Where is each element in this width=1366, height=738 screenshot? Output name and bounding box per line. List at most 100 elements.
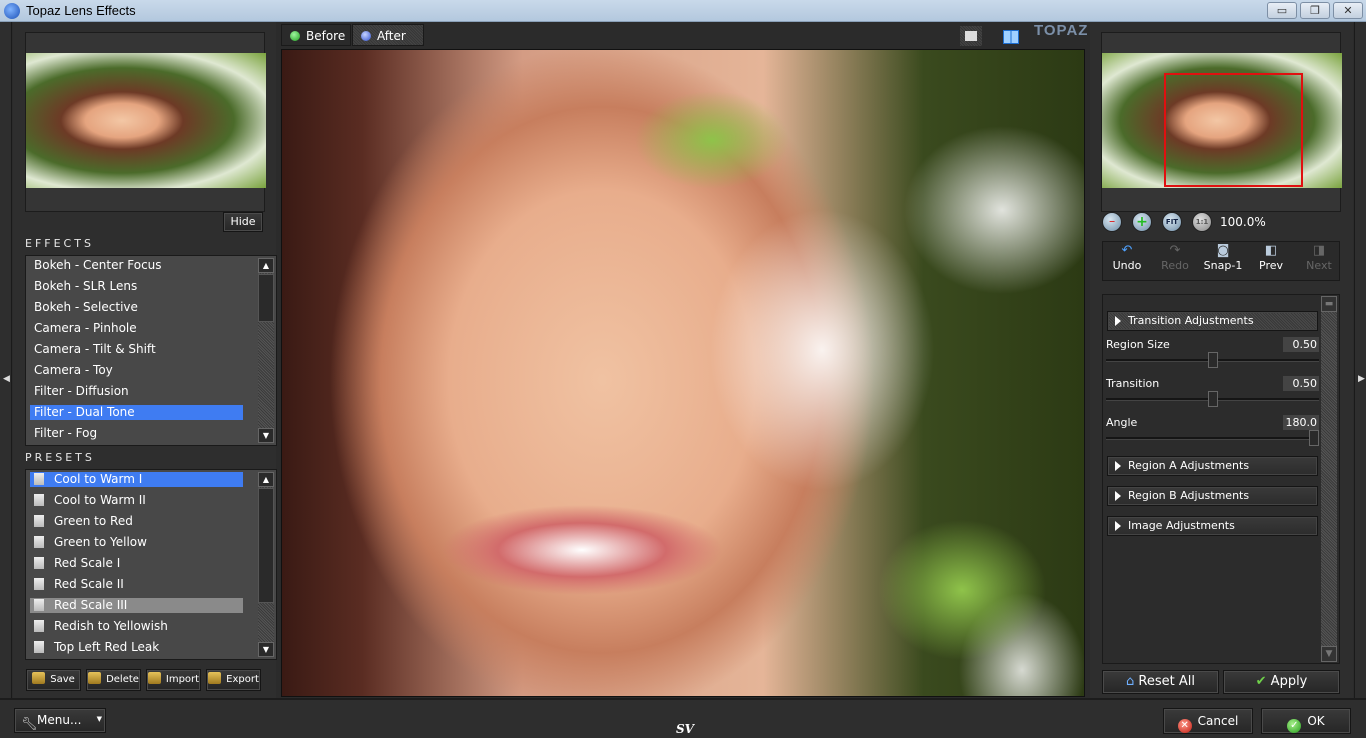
image-adjustments-header[interactable]: Image Adjustments — [1107, 516, 1318, 536]
restore-button[interactable]: ❐ — [1300, 2, 1330, 19]
transition-adjustments-label: Transition Adjustments — [1128, 314, 1254, 327]
transition-slider-thumb[interactable] — [1207, 391, 1218, 407]
angle-slider[interactable] — [1106, 430, 1319, 446]
tab-before[interactable]: Before — [281, 24, 351, 46]
scroll-down-icon[interactable]: ▼ — [1321, 646, 1337, 662]
presets-scroll-thumb[interactable] — [258, 488, 274, 603]
split-view-button[interactable] — [999, 26, 1021, 46]
ok-button[interactable]: ✓ OK — [1261, 708, 1351, 734]
navigator-viewport-rectangle[interactable] — [1164, 73, 1303, 187]
scroll-up-icon[interactable]: ▲ — [258, 472, 274, 487]
original-thumbnail-box — [25, 32, 266, 212]
effect-item[interactable]: Bokeh - SLR Lens — [30, 279, 243, 294]
minimize-button[interactable]: ▭ — [1267, 2, 1297, 19]
preset-item[interactable]: Red Scale III — [30, 598, 243, 613]
preset-item[interactable]: Green to Red — [30, 514, 243, 529]
effect-item[interactable]: Camera - Pinhole — [30, 321, 243, 336]
undo-button[interactable]: ↶ Undo — [1105, 243, 1149, 273]
scroll-up-icon[interactable]: ▬ — [1321, 296, 1337, 312]
adjustments-scrollbar[interactable]: ▬ ▼ — [1321, 296, 1337, 662]
effect-item[interactable]: Bokeh - Center Focus — [30, 258, 243, 273]
transition-value-field[interactable]: 0.50 — [1283, 376, 1319, 391]
effects-scroll-thumb[interactable] — [258, 274, 274, 322]
transition-label: Transition — [1106, 377, 1160, 390]
close-button[interactable]: ✕ — [1333, 2, 1363, 19]
apply-button[interactable]: ✔ Apply — [1223, 670, 1340, 694]
presets-list[interactable]: ▲ ▼ Cool to Warm I Cool to Warm II Green t… — [25, 469, 277, 660]
delete-preset-button[interactable]: Delete — [86, 669, 141, 691]
zoom-fit-button[interactable]: FIT — [1162, 212, 1182, 232]
undo-label: Undo — [1112, 259, 1142, 272]
effect-item[interactable]: Filter - Fog — [30, 426, 243, 441]
prev-button[interactable]: ◧ Prev — [1249, 244, 1293, 273]
preset-file-icon — [34, 494, 44, 506]
preset-file-icon — [34, 473, 44, 485]
preset-item[interactable]: Top Left Red Leak — [30, 640, 243, 655]
preset-item[interactable]: Redish to Yellowish — [30, 619, 243, 634]
redo-button[interactable]: ↷ Redo — [1153, 243, 1197, 273]
undo-icon: ↶ — [1121, 243, 1133, 258]
navigator-box[interactable] — [1101, 32, 1342, 212]
region-a-adjustments-header[interactable]: Region A Adjustments — [1107, 456, 1318, 476]
right-panel-collapse-strip[interactable]: ▶ — [1354, 22, 1366, 698]
snapshot-label: Snap-1 — [1203, 259, 1243, 272]
preset-file-icon — [34, 641, 44, 653]
apply-label: Apply — [1270, 674, 1308, 689]
snapshot-icon: ◙ — [1216, 243, 1230, 258]
preset-item[interactable]: Red Scale II — [30, 577, 243, 592]
transition-adjustments-header[interactable]: Transition Adjustments — [1107, 311, 1318, 331]
effect-item[interactable]: Filter - Diffusion — [30, 384, 243, 399]
export-preset-button[interactable]: Export — [206, 669, 261, 691]
scroll-down-icon[interactable]: ▼ — [258, 642, 274, 657]
effect-item[interactable]: Camera - Tilt & Shift — [30, 342, 243, 357]
transition-slider[interactable] — [1106, 391, 1319, 407]
topaz-logo: TOPAZ — [1034, 22, 1089, 39]
angle-value-field[interactable]: 180.0 — [1283, 415, 1319, 430]
angle-slider-thumb[interactable] — [1309, 430, 1319, 446]
cancel-button[interactable]: ✕ Cancel — [1163, 708, 1253, 734]
tab-after-label: After — [377, 29, 406, 43]
preset-label: Red Scale II — [54, 577, 124, 591]
region-size-value-field[interactable]: 0.50 — [1283, 337, 1319, 352]
region-a-adjustments-label: Region A Adjustments — [1128, 459, 1250, 472]
adjustments-panel: ▬ ▼ Transition Adjustments Region Size 0.… — [1102, 294, 1340, 664]
original-thumbnail-image — [26, 53, 266, 188]
cancel-label: Cancel — [1197, 714, 1239, 728]
preset-item[interactable]: Cool to Warm II — [30, 493, 243, 508]
scroll-up-icon[interactable]: ▲ — [258, 258, 274, 273]
preset-item[interactable]: Green to Yellow — [30, 535, 243, 550]
next-button[interactable]: ◨ Next — [1297, 244, 1341, 273]
region-size-slider-thumb[interactable] — [1207, 352, 1218, 368]
preset-file-icon — [34, 578, 44, 590]
zoom-actual-size-button[interactable]: 1:1 — [1192, 212, 1212, 232]
green-dot-icon — [290, 31, 300, 41]
region-size-slider[interactable] — [1106, 352, 1319, 368]
collapse-right-icon: ▶ — [1358, 374, 1365, 384]
redo-icon: ↷ — [1169, 243, 1181, 258]
preset-item[interactable]: Cool to Warm I — [30, 472, 243, 487]
preset-file-icon — [34, 515, 44, 527]
effects-scrollbar[interactable]: ▲ ▼ — [258, 258, 274, 443]
tab-before-label: Before — [306, 29, 346, 43]
snapshot-button[interactable]: ◙ Snap-1 — [1201, 243, 1245, 273]
tab-after[interactable]: After — [352, 24, 424, 46]
effect-item[interactable]: Bokeh - Selective — [30, 300, 243, 315]
scroll-down-icon[interactable]: ▼ — [258, 428, 274, 443]
left-panel-collapse-strip[interactable]: ◀ — [0, 22, 12, 698]
zoom-in-button[interactable]: + — [1132, 212, 1152, 232]
reset-all-button[interactable]: ⌂ Reset All — [1102, 670, 1219, 694]
region-b-adjustments-header[interactable]: Region B Adjustments — [1107, 486, 1318, 506]
import-preset-button[interactable]: Import — [146, 669, 201, 691]
effect-item[interactable]: Camera - Toy — [30, 363, 243, 378]
preset-file-icon — [34, 536, 44, 548]
menu-button[interactable]: 🔧︎ Menu... ▼ — [14, 708, 106, 733]
hide-thumbnail-button[interactable]: Hide — [223, 212, 263, 232]
single-view-button[interactable] — [960, 26, 982, 46]
preset-item[interactable]: Red Scale I — [30, 556, 243, 571]
preview-image-canvas[interactable] — [281, 49, 1085, 697]
zoom-out-button[interactable]: − — [1102, 212, 1122, 232]
effect-item[interactable]: Filter - Dual Tone — [30, 405, 243, 420]
effects-list[interactable]: ▲ ▼ Bokeh - Center Focus Bokeh - SLR Lens… — [25, 255, 277, 446]
save-preset-button[interactable]: Save — [26, 669, 81, 691]
presets-scrollbar[interactable]: ▲ ▼ — [258, 472, 274, 657]
